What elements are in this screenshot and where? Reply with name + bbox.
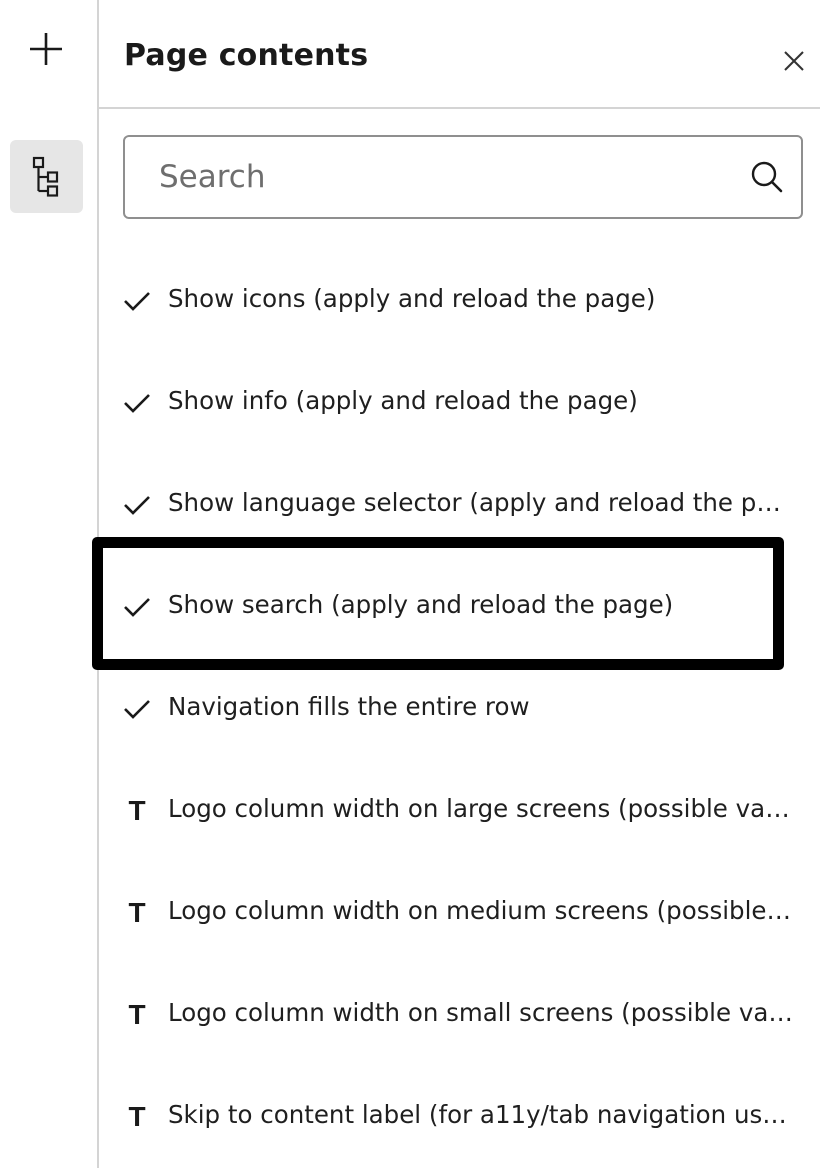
checkmark-icon [121, 387, 153, 419]
checkmark-icon [121, 591, 153, 623]
list-item-show-icons[interactable]: Show icons (apply and reload the page) [99, 249, 820, 351]
page-outline-button[interactable] [10, 140, 83, 213]
list-item-label: Show search (apply and reload the page) [168, 590, 674, 619]
text-icon-glyph: T [128, 897, 146, 928]
list-item-label: Show icons (apply and reload the page) [168, 284, 656, 313]
list-item-navigation-fills-row[interactable]: Navigation fills the entire row [99, 657, 820, 759]
list-item-label: Skip to content label (for a11y/tab navi… [168, 1100, 794, 1129]
list-item-logo-width-large[interactable]: T Logo column width on large screens (po… [99, 759, 820, 861]
text-icon-glyph: T [128, 795, 146, 826]
list-item-skip-to-content-label[interactable]: T Skip to content label (for a11y/tab na… [99, 1065, 820, 1167]
search-input[interactable] [159, 137, 729, 217]
contents-list: Show icons (apply and reload the page) S… [99, 249, 820, 1167]
add-button[interactable] [23, 26, 69, 72]
list-item-label: Logo column width on large screens (poss… [168, 794, 794, 823]
checkmark-icon [121, 285, 153, 317]
page-contents-panel: Page contents Show icons (apply and relo… [99, 0, 820, 1168]
text-icon: T [121, 897, 153, 929]
text-icon: T [121, 999, 153, 1031]
list-item-show-search[interactable]: Show search (apply and reload the page) [99, 555, 820, 657]
panel-header: Page contents [99, 0, 820, 109]
close-icon [784, 51, 804, 71]
search-icon[interactable] [749, 159, 785, 195]
text-icon-glyph: T [128, 1101, 146, 1132]
list-item-label: Show language selector (apply and reload… [168, 488, 794, 517]
text-icon-glyph: T [128, 999, 146, 1030]
plus-icon [30, 33, 62, 65]
tree-structure-icon [32, 156, 58, 197]
checkmark-icon [121, 693, 153, 725]
text-icon: T [121, 795, 153, 827]
list-item-label: Navigation fills the entire row [168, 692, 530, 721]
panel-title: Page contents [124, 38, 369, 73]
list-item-logo-width-small[interactable]: T Logo column width on small screens (po… [99, 963, 820, 1065]
list-item-logo-width-medium[interactable]: T Logo column width on medium screens (p… [99, 861, 820, 963]
list-item-show-info[interactable]: Show info (apply and reload the page) [99, 351, 820, 453]
list-item-label: Show info (apply and reload the page) [168, 386, 638, 415]
list-item-label: Logo column width on medium screens (pos… [168, 896, 794, 925]
list-item-show-language-selector[interactable]: Show language selector (apply and reload… [99, 453, 820, 555]
close-button[interactable] [779, 46, 809, 76]
search-box [123, 135, 803, 219]
text-icon: T [121, 1101, 153, 1133]
list-item-label: Logo column width on small screens (poss… [168, 998, 794, 1027]
left-rail [0, 0, 99, 1168]
checkmark-icon [121, 489, 153, 521]
